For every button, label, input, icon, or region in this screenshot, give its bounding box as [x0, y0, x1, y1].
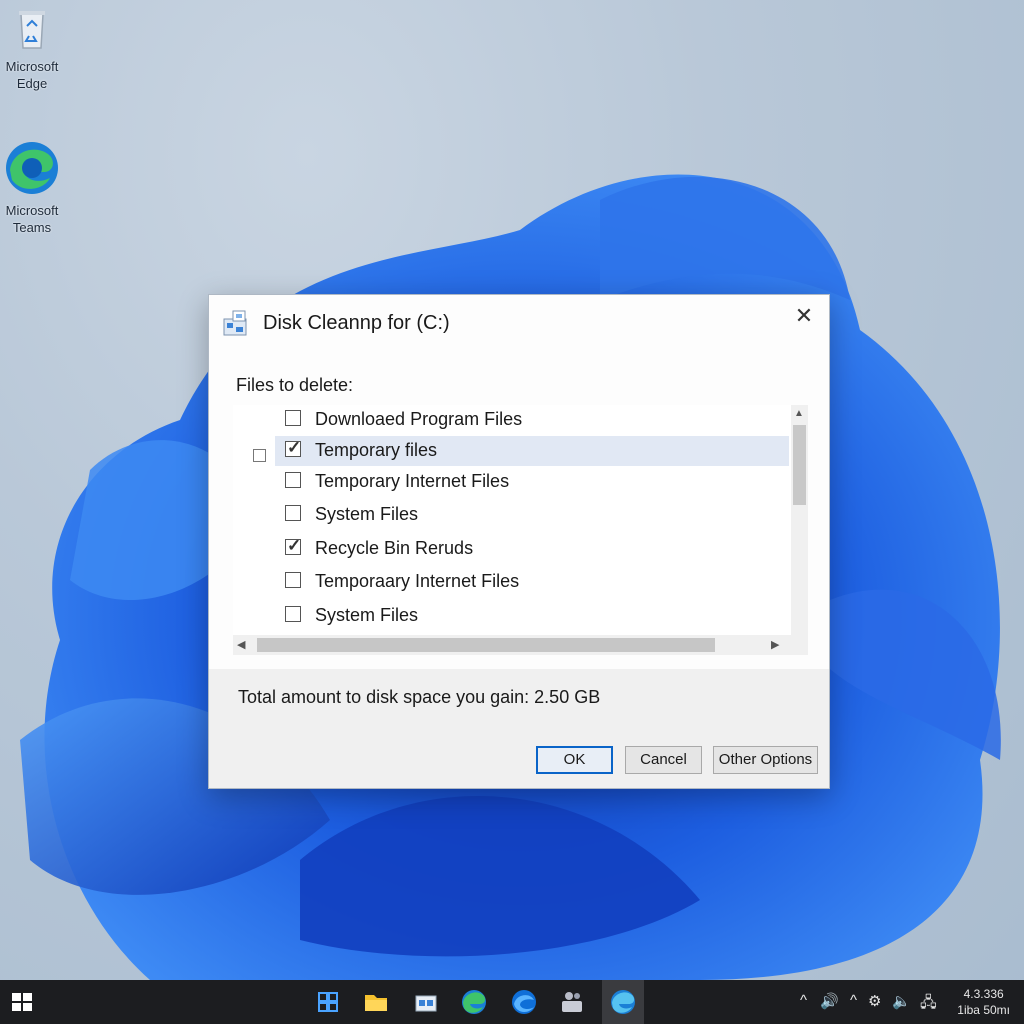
taskbar: ^ 🔊 ^ ⚙ 🔈 🖧 4.3.336 1iba 50mı: [0, 980, 1024, 1024]
files-list[interactable]: Downloaed Program Files ✓ Temporary file…: [233, 405, 808, 655]
file-explorer-icon[interactable]: [360, 986, 392, 1018]
list-item-label: Recycle Bin Reruds: [315, 538, 474, 558]
desktop-icon-label: Microsoft Teams: [5, 203, 59, 235]
checkbox[interactable]: [285, 472, 301, 488]
list-item-system-files[interactable]: System Files: [275, 500, 789, 530]
list-item-label: System Files: [315, 504, 419, 524]
taskbar-clock[interactable]: 4.3.336 1iba 50mı: [957, 986, 1010, 1018]
expand-checkbox[interactable]: [253, 449, 266, 462]
tray-chevron-icon[interactable]: ^: [850, 992, 857, 1009]
check-icon: ✓: [287, 438, 302, 457]
list-item-label: Downloaed Program Files: [315, 409, 523, 429]
other-options-button[interactable]: Other Options: [713, 746, 818, 774]
recycle-bin-icon: [19, 11, 45, 49]
files-to-delete-label: Files to delete:: [236, 375, 354, 395]
dialog-footer: Total amount to disk space you gain: 2.5…: [209, 669, 829, 788]
close-button[interactable]: ✕: [787, 301, 821, 331]
tray-settings-icon[interactable]: ⚙: [868, 992, 881, 1010]
clock-time: 4.3.336: [963, 987, 1004, 1001]
scroll-left-icon[interactable]: ◀: [237, 638, 245, 651]
tray-volume-icon[interactable]: 🔊: [820, 992, 839, 1010]
disk-cleanup-icon: [223, 310, 247, 336]
check-icon: ✓: [287, 536, 302, 555]
checkbox[interactable]: [285, 606, 301, 622]
edge-beta-icon[interactable]: [508, 986, 540, 1018]
active-app-highlight[interactable]: [602, 980, 644, 1024]
close-icon: ✕: [794, 303, 814, 328]
list-item-temporary-internet-files[interactable]: Temporary Internet Files: [275, 467, 789, 497]
teams-icon[interactable]: [556, 986, 588, 1018]
list-item-label: Temporary files: [315, 440, 438, 460]
desktop-icon-teams[interactable]: Microsoft Teams: [0, 140, 70, 236]
dialog-titlebar[interactable]: Disk Cleannp for (C:) ✕: [209, 295, 829, 353]
horizontal-scrollbar[interactable]: ◀ ▶: [233, 635, 808, 655]
clock-date: 1iba 50mı: [957, 1003, 1010, 1017]
horizontal-scroll-thumb[interactable]: [257, 638, 715, 652]
list-item-label: Temporary Internet Files: [315, 471, 510, 491]
desktop-icon-label: Microsoft Edge: [5, 59, 59, 91]
vertical-scrollbar[interactable]: ▲: [791, 405, 808, 635]
edge-icon: [6, 142, 58, 194]
store-icon[interactable]: [410, 986, 442, 1018]
list-item-label: Temporaary Internet Files: [315, 571, 520, 591]
edge-dev-icon: [611, 990, 635, 1014]
ok-button[interactable]: OK: [536, 746, 613, 774]
checkbox-checked[interactable]: ✓: [285, 438, 302, 457]
task-view-icon[interactable]: [312, 986, 344, 1018]
scroll-up-icon[interactable]: ▲: [794, 408, 804, 419]
list-item-label: System Files: [315, 605, 419, 625]
tray-network-icon[interactable]: 🖧: [920, 992, 937, 1017]
list-item-temporaary-internet-files[interactable]: Temporaary Internet Files: [275, 567, 789, 597]
checkbox[interactable]: [285, 572, 301, 588]
tray-speaker-icon[interactable]: 🔈: [892, 992, 911, 1010]
checkbox-checked[interactable]: ✓: [285, 536, 302, 555]
list-item-system-files-2[interactable]: System Files: [275, 601, 789, 631]
list-item-recycle-bin[interactable]: ✓ Recycle Bin Reruds: [275, 534, 789, 564]
desktop-icon-recycle-bin[interactable]: Microsoft Edge: [0, 6, 70, 92]
cancel-button[interactable]: Cancel: [625, 746, 702, 774]
edge-icon[interactable]: [458, 986, 490, 1018]
scroll-right-icon[interactable]: ▶: [771, 638, 779, 651]
total-space-text: Total amount to disk space you gain: 2.5…: [238, 687, 601, 707]
list-item-temporary-files[interactable]: ✓ Temporary files: [275, 436, 789, 466]
checkbox[interactable]: [285, 410, 301, 426]
checkbox[interactable]: [285, 505, 301, 521]
tray-overflow-icon[interactable]: ^: [800, 992, 807, 1009]
disk-cleanup-dialog: Disk Cleannp for (C:) ✕ Files to delete:…: [208, 294, 830, 789]
start-icon[interactable]: [6, 986, 38, 1018]
list-item-downloaded-program-files[interactable]: Downloaed Program Files: [275, 405, 789, 435]
vertical-scroll-thumb[interactable]: [793, 425, 806, 505]
dialog-title: Disk Cleannp for (C:): [263, 312, 450, 334]
